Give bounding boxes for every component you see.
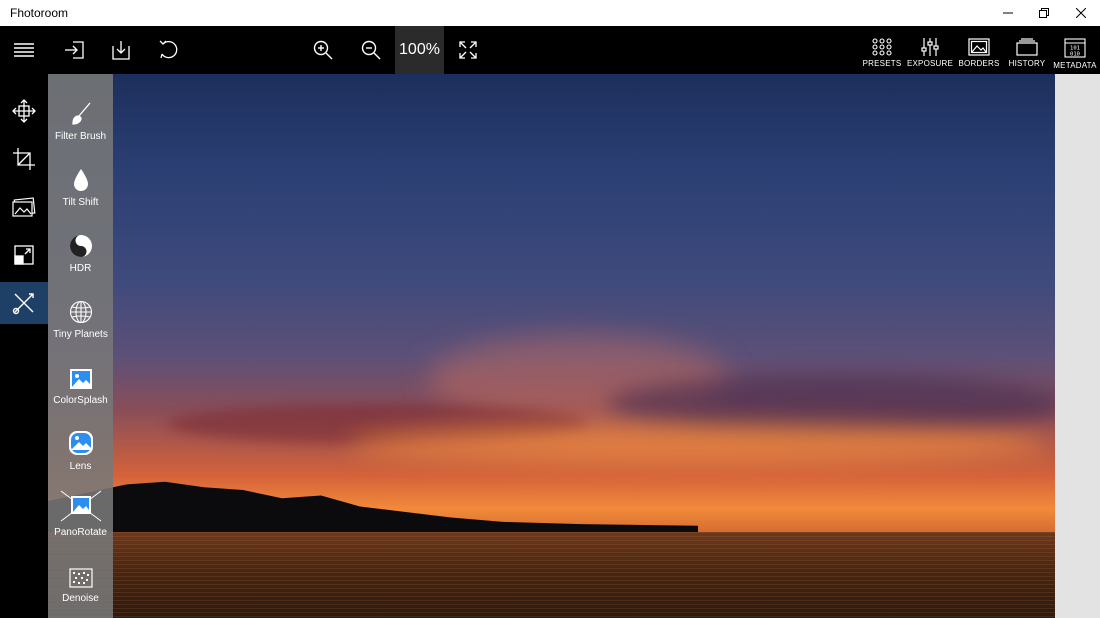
restore-icon — [1039, 8, 1049, 18]
left-rail — [0, 74, 48, 618]
app-title: Fhotoroom — [10, 6, 69, 20]
tree-silhouette — [48, 481, 698, 534]
yin-yang-icon — [69, 235, 92, 257]
tools-panel: Filter Brush Tilt Shift HDR Tiny Planets… — [48, 74, 113, 618]
save-button[interactable] — [97, 26, 145, 74]
droplet-icon — [73, 169, 88, 191]
tool-filter-brush[interactable]: Filter Brush — [43, 88, 118, 154]
zoom-level[interactable]: 100% — [395, 26, 444, 74]
history-button[interactable]: HISTORY — [1003, 26, 1051, 74]
adjust-photo-button[interactable] — [0, 186, 48, 228]
history-icon — [1016, 38, 1038, 56]
tool-denoise[interactable]: Denoise — [43, 550, 118, 616]
top-toolbar: 100% PRESETS EXPOSURE BORDERS HISTORY 10… — [0, 26, 1100, 74]
presets-icon — [872, 38, 892, 56]
adjust-photo-icon — [12, 197, 36, 217]
tool-tilt-shift[interactable]: Tilt Shift — [43, 154, 118, 220]
close-button[interactable] — [1063, 0, 1099, 26]
menu-button[interactable] — [0, 26, 48, 74]
resize-icon — [14, 245, 34, 265]
presets-label: PRESETS — [862, 59, 902, 68]
close-icon — [1076, 8, 1086, 18]
crop-icon — [13, 148, 35, 170]
resize-button[interactable] — [0, 234, 48, 276]
lens-icon — [68, 431, 93, 455]
import-button[interactable] — [50, 26, 98, 74]
menu-icon — [14, 43, 34, 57]
crop-button[interactable] — [0, 138, 48, 180]
tool-colorsplash[interactable]: ColorSplash — [43, 352, 118, 418]
tool-label: ColorSplash — [53, 395, 108, 406]
fit-screen-icon — [459, 41, 477, 59]
water-reflection — [48, 532, 1055, 618]
photo-canvas[interactable] — [48, 74, 1055, 618]
exposure-button[interactable]: EXPOSURE — [906, 26, 954, 74]
zoom-out-icon — [361, 40, 381, 60]
move-icon — [12, 99, 36, 123]
rotate-icon — [159, 40, 178, 59]
rotate-button[interactable] — [145, 26, 193, 74]
brush-icon — [71, 102, 90, 125]
exposure-icon — [921, 38, 939, 56]
tools-icon — [12, 293, 34, 315]
tool-label: PanoRotate — [54, 527, 107, 538]
pano-rotate-icon — [60, 490, 101, 522]
borders-button[interactable]: BORDERS — [955, 26, 1003, 74]
metadata-label: METADATA — [1053, 61, 1097, 70]
zoom-in-button[interactable] — [299, 26, 347, 74]
tool-label: Tiny Planets — [53, 329, 108, 340]
history-label: HISTORY — [1008, 59, 1046, 68]
borders-label: BORDERS — [958, 59, 1000, 68]
tool-tiny-planets[interactable]: Tiny Planets — [43, 286, 118, 352]
minimize-button[interactable] — [990, 0, 1026, 26]
tool-lens[interactable]: Lens — [43, 418, 118, 484]
tool-label: Denoise — [62, 593, 99, 604]
tool-label: Filter Brush — [54, 131, 107, 142]
tool-panorotate[interactable]: PanoRotate — [43, 484, 118, 550]
restore-button[interactable] — [1026, 0, 1062, 26]
save-icon — [112, 41, 130, 60]
globe-icon — [69, 300, 92, 324]
zoom-in-icon — [313, 40, 333, 60]
move-button[interactable] — [0, 90, 48, 132]
metadata-icon: 101 010 — [1064, 38, 1086, 58]
tool-label: HDR — [69, 263, 92, 274]
tools-button[interactable] — [0, 282, 48, 324]
image-icon — [69, 369, 92, 389]
tool-label: Tilt Shift — [62, 197, 99, 208]
metadata-button[interactable]: 101 010 METADATA — [1051, 26, 1099, 74]
minimize-icon — [1003, 12, 1013, 14]
title-bar: Fhotoroom — [0, 0, 1100, 26]
import-icon — [65, 41, 84, 59]
sunset-glow — [348, 424, 1048, 464]
svg-text:010: 010 — [1070, 52, 1080, 58]
tool-label: Lens — [69, 461, 92, 472]
exposure-label: EXPOSURE — [906, 59, 954, 68]
borders-icon — [968, 38, 990, 56]
zoom-out-button[interactable] — [347, 26, 395, 74]
fit-screen-button[interactable] — [444, 26, 492, 74]
presets-button[interactable]: PRESETS — [858, 26, 906, 74]
denoise-icon — [68, 568, 93, 588]
canvas-right-margin — [1055, 74, 1100, 618]
tool-hdr[interactable]: HDR — [43, 220, 118, 286]
